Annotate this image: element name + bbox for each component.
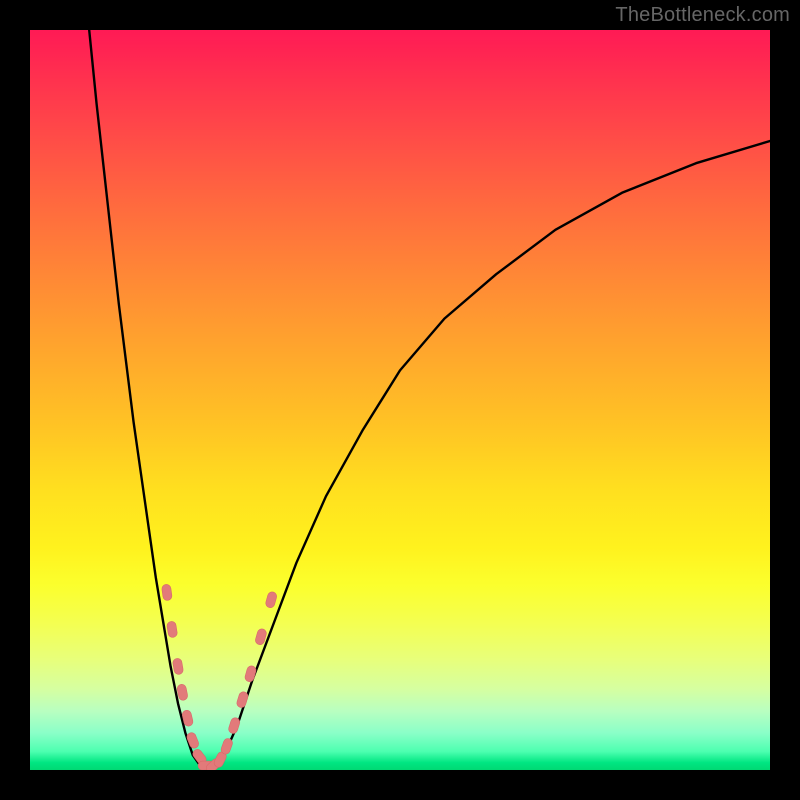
curve-layer	[30, 30, 770, 770]
curve-marker	[166, 621, 177, 638]
curve-marker	[172, 658, 184, 675]
plot-area	[30, 30, 770, 770]
curve-marker	[186, 731, 200, 749]
curve-marker	[161, 584, 172, 601]
chart-frame: TheBottleneck.com	[0, 0, 800, 800]
marker-cluster	[161, 584, 277, 770]
curve-marker	[244, 665, 257, 683]
watermark-text: TheBottleneck.com	[615, 4, 790, 27]
curve-marker	[265, 591, 278, 609]
curve-marker	[220, 737, 234, 755]
bottleneck-curve	[89, 30, 770, 768]
curve-path	[89, 30, 770, 768]
curve-marker	[228, 717, 241, 735]
curve-marker	[236, 691, 249, 709]
